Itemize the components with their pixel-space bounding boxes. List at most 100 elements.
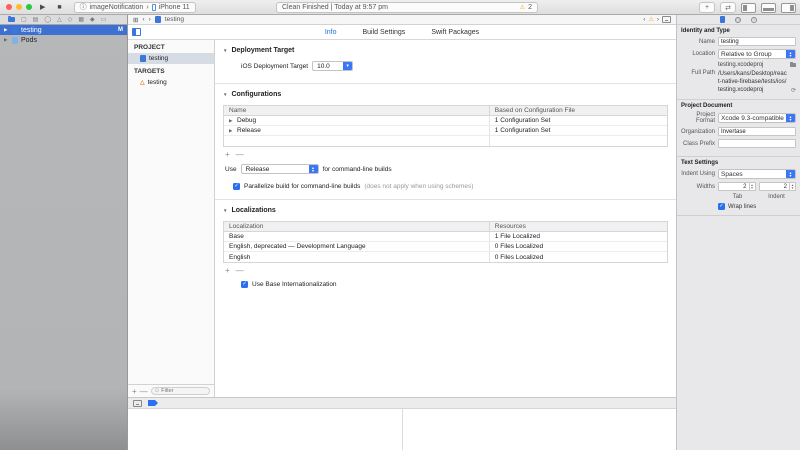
add-configuration-button[interactable]: +	[225, 150, 230, 159]
name-field[interactable]: testing	[718, 37, 796, 46]
collapse-icon[interactable]: ▼	[223, 92, 227, 97]
tab-width-value[interactable]: 2	[718, 182, 750, 191]
file-row-label: Pods	[21, 37, 37, 44]
stop-button[interactable]: ■	[57, 4, 61, 11]
disclosure-icon[interactable]: ▶	[4, 37, 9, 43]
breakpoint-navigator-icon[interactable]: ◆	[90, 16, 95, 23]
localizations-section-header[interactable]: ▼ Localizations	[223, 200, 668, 219]
quick-help-inspector-icon[interactable]: ?	[751, 17, 757, 23]
tab-width-stepper[interactable]: 2 ▴▾	[718, 182, 756, 191]
forward-button[interactable]: ›	[149, 16, 151, 23]
scheme-selector[interactable]: ⓘ imageNotification › iPhone 11	[74, 2, 196, 13]
hide-debug-area-icon[interactable]	[133, 400, 142, 407]
popup-chevrons-icon: ▴▾	[786, 114, 795, 122]
target-row-testing[interactable]: △ testing	[128, 77, 214, 88]
symbol-navigator-icon[interactable]: ▤	[33, 16, 39, 23]
remove-localization-button[interactable]: —	[236, 266, 244, 275]
project-format-popup[interactable]: Xcode 9.3-compatible ▴▾	[718, 113, 796, 123]
table-row-english-deprecated[interactable]: English, deprecated — Development Langua…	[224, 242, 667, 252]
report-navigator-icon[interactable]: ▭	[101, 16, 107, 23]
editor-area: ⊞ ‹ › testing ‹ ⚠ › Info Build Settings …	[128, 15, 676, 450]
tab-build-settings[interactable]: Build Settings	[363, 29, 406, 36]
run-button[interactable]: ▶	[40, 3, 45, 11]
file-row-pods[interactable]: ▶ Pods	[0, 35, 127, 45]
ios-deployment-target-combo[interactable]: 10.0 ▾	[312, 61, 353, 71]
class-prefix-field[interactable]	[718, 139, 796, 148]
project-row-testing[interactable]: testing	[128, 53, 214, 64]
tab-swift-packages[interactable]: Swift Packages	[431, 29, 479, 36]
minimize-window-button[interactable]	[16, 4, 22, 10]
jump-bar-file-name[interactable]: testing	[165, 16, 184, 23]
issue-warning-icon[interactable]: ⚠	[648, 16, 653, 23]
table-row-base[interactable]: Base 1 File Localized	[224, 232, 667, 242]
source-control-navigator-icon[interactable]: ▢	[21, 16, 27, 23]
column-resources: Resources	[490, 223, 667, 230]
wrap-lines-label: Wrap lines	[728, 204, 756, 210]
filter-input[interactable]	[161, 388, 206, 394]
remove-configuration-button[interactable]: —	[236, 150, 244, 159]
code-review-icon[interactable]	[662, 16, 671, 23]
collapse-icon[interactable]: ▼	[223, 48, 227, 53]
next-issue-button[interactable]: ›	[657, 16, 659, 23]
add-localization-button[interactable]: +	[225, 266, 230, 275]
toggle-navigator-button[interactable]	[741, 3, 756, 13]
localization-name: English	[224, 252, 490, 262]
console-view[interactable]	[403, 409, 676, 450]
wrap-lines-checkbox[interactable]: ✓	[718, 203, 725, 210]
file-inspector-icon[interactable]	[720, 16, 725, 23]
choose-location-folder-icon[interactable]	[790, 63, 796, 67]
disclosure-icon[interactable]: ▶	[229, 128, 234, 134]
parallelize-checkbox[interactable]: ✓	[233, 183, 240, 190]
activity-status: Clean Finished | Today at 9:57 pm ⚠ 2	[276, 2, 538, 13]
editor-mode-button[interactable]: ⇄	[720, 2, 736, 13]
add-target-button[interactable]: +	[132, 387, 137, 396]
window-controls[interactable]	[6, 4, 32, 10]
debug-navigator-icon[interactable]: ▦	[78, 16, 84, 23]
stepper-icon[interactable]: ▴▾	[790, 182, 796, 191]
project-navigator-icon[interactable]	[8, 17, 15, 22]
toggle-debug-area-button[interactable]	[761, 3, 776, 13]
file-row-testing[interactable]: ▶ testing M	[0, 25, 127, 35]
disclosure-icon[interactable]: ▶	[229, 118, 234, 124]
popup-value: Relative to Group	[719, 50, 786, 58]
project-file-icon	[12, 27, 18, 34]
related-items-icon[interactable]: ⊞	[133, 16, 138, 24]
zoom-window-button[interactable]	[26, 4, 32, 10]
filter-field[interactable]: ⊙	[151, 387, 210, 395]
table-row-debug[interactable]: ▶ Debug 1 Configuration Set	[224, 116, 667, 126]
indent-width-stepper[interactable]: 2 ▴▾	[759, 182, 797, 191]
variables-view[interactable]	[128, 409, 403, 450]
organization-field[interactable]: Invertase	[718, 127, 796, 136]
disclosure-icon[interactable]: ▶	[4, 27, 9, 33]
test-navigator-icon[interactable]: ◇	[68, 16, 73, 23]
deployment-target-section-header[interactable]: ▼ Deployment Target	[223, 40, 668, 59]
toggle-inspector-button[interactable]	[781, 3, 796, 13]
find-navigator-icon[interactable]: ◯	[44, 16, 51, 23]
table-row-release[interactable]: ▶ Release 1 Configuration Set	[224, 126, 667, 136]
widths-label: Widths	[681, 184, 715, 190]
stepper-icon[interactable]: ▴▾	[750, 182, 756, 191]
warning-icon[interactable]: ⚠	[520, 4, 525, 11]
command-line-config-popup[interactable]: Release ▴▾	[241, 164, 319, 174]
configurations-section-header[interactable]: ▼ Configurations	[223, 84, 668, 103]
history-inspector-icon[interactable]: ◷	[735, 17, 741, 23]
add-editor-button[interactable]: +	[699, 2, 715, 13]
close-window-button[interactable]	[6, 4, 12, 10]
tab-info[interactable]: Info	[325, 29, 337, 36]
scheme-target-name[interactable]: imageNotification	[90, 4, 144, 11]
back-button[interactable]: ‹	[142, 16, 144, 23]
warning-count[interactable]: 2	[528, 4, 532, 11]
issue-navigator-icon[interactable]: △	[57, 16, 62, 23]
open-in-finder-icon[interactable]: ⟳	[791, 87, 796, 94]
location-popup[interactable]: Relative to Group ▴▾	[718, 49, 796, 59]
indent-width-value[interactable]: 2	[759, 182, 791, 191]
breakpoints-toggle-icon[interactable]	[148, 400, 158, 406]
scheme-device-name[interactable]: iPhone 11	[159, 4, 190, 11]
remove-target-button[interactable]: —	[140, 387, 148, 396]
previous-issue-button[interactable]: ‹	[643, 16, 645, 23]
table-row-english[interactable]: English 0 Files Localized	[224, 252, 667, 262]
base-internationalization-checkbox[interactable]: ✓	[241, 281, 248, 288]
indent-using-popup[interactable]: Spaces ▴▾	[718, 169, 796, 179]
collapse-icon[interactable]: ▼	[223, 208, 227, 213]
project-file-icon	[140, 55, 146, 62]
